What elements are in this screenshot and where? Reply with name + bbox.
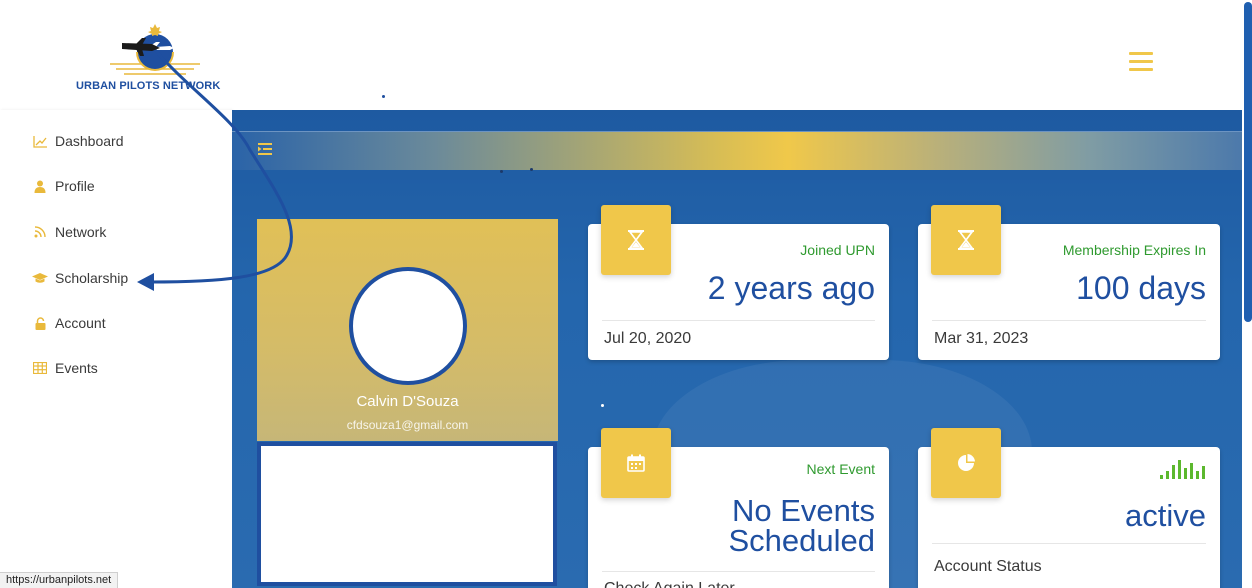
sidebar-item-dashboard[interactable]: Dashboard	[32, 129, 124, 153]
card-footer: Jul 20, 2020	[604, 330, 692, 347]
avatar[interactable]	[349, 267, 467, 385]
profile-details-box	[257, 442, 557, 586]
top-header: URBAN PILOTS NETWORK	[0, 0, 1252, 110]
card-divider	[602, 320, 875, 321]
scrollbar-track[interactable]	[1242, 0, 1252, 588]
profile-name: Calvin D'Souza	[356, 393, 459, 410]
logo-text: URBAN PILOTS NETWORK	[76, 80, 221, 92]
graduation-cap-icon	[32, 270, 48, 286]
user-icon	[32, 178, 48, 194]
card-category: Membership Expires In	[1062, 242, 1206, 258]
decorative-dot	[530, 168, 533, 171]
card-value-line-1: No Events	[731, 493, 875, 528]
sidebar-item-label: Account	[55, 315, 106, 331]
card-divider	[932, 543, 1206, 544]
card-footer: Account Status	[934, 558, 1042, 575]
hamburger-menu-icon[interactable]	[1129, 52, 1153, 72]
card-value: 2 years ago	[707, 270, 875, 306]
sidebar: Dashboard Profile Network Scholarship Ac…	[0, 110, 232, 588]
sidebar-item-label: Dashboard	[55, 133, 124, 149]
sidebar-item-label: Network	[55, 224, 107, 240]
lock-icon	[32, 315, 48, 331]
sidebar-item-profile[interactable]: Profile	[32, 174, 95, 198]
card-value: 100 days	[1076, 270, 1206, 306]
hourglass-icon	[601, 205, 671, 275]
sidebar-item-scholarship[interactable]: Scholarship	[32, 266, 128, 290]
next-event-card: Next Event No Events Scheduled Check Aga…	[588, 428, 889, 588]
card-category: Next Event	[806, 461, 875, 477]
link-status-url: https://urbanpilots.net	[0, 572, 119, 588]
decorative-dot	[601, 404, 604, 407]
card-value-line-2: Scheduled	[728, 523, 875, 558]
sidebar-item-network[interactable]: Network	[32, 220, 106, 244]
decorative-dot	[500, 170, 503, 173]
account-status-card: active Account Status	[918, 428, 1220, 588]
decorative-dot	[382, 95, 385, 98]
joined-card: Joined UPN 2 years ago Jul 20, 2020	[588, 205, 889, 360]
profile-header: Calvin D'Souza cfdsouza1@gmail.com	[257, 219, 558, 441]
sidebar-item-label: Profile	[55, 178, 95, 194]
card-category: Joined UPN	[800, 242, 875, 258]
scrollbar-thumb[interactable]	[1244, 2, 1252, 322]
card-footer: Check Again Later	[604, 580, 735, 588]
signal-bars-icon	[1160, 457, 1206, 484]
card-divider	[932, 320, 1206, 321]
sidebar-item-account[interactable]: Account	[32, 311, 106, 335]
profile-email: cfdsouza1@gmail.com	[346, 418, 469, 432]
card-value: active	[1125, 498, 1206, 533]
sidebar-item-label: Events	[55, 360, 98, 376]
profile-card: Calvin D'Souza cfdsouza1@gmail.com	[257, 219, 558, 587]
card-divider	[602, 571, 875, 572]
sidebar-item-events[interactable]: Events	[32, 356, 98, 380]
sidebar-item-label: Scholarship	[55, 270, 129, 286]
top-toolbar	[232, 132, 1242, 170]
rss-icon	[32, 224, 48, 240]
card-footer: Mar 31, 2023	[934, 330, 1029, 347]
chart-line-icon	[32, 133, 48, 149]
calendar-icon	[601, 428, 671, 498]
pie-chart-icon	[931, 428, 1001, 498]
sidebar-collapse-icon[interactable]	[258, 142, 272, 155]
table-icon	[32, 360, 48, 376]
membership-card: Membership Expires In 100 days Mar 31, 2…	[918, 205, 1220, 360]
hourglass-icon	[931, 205, 1001, 275]
